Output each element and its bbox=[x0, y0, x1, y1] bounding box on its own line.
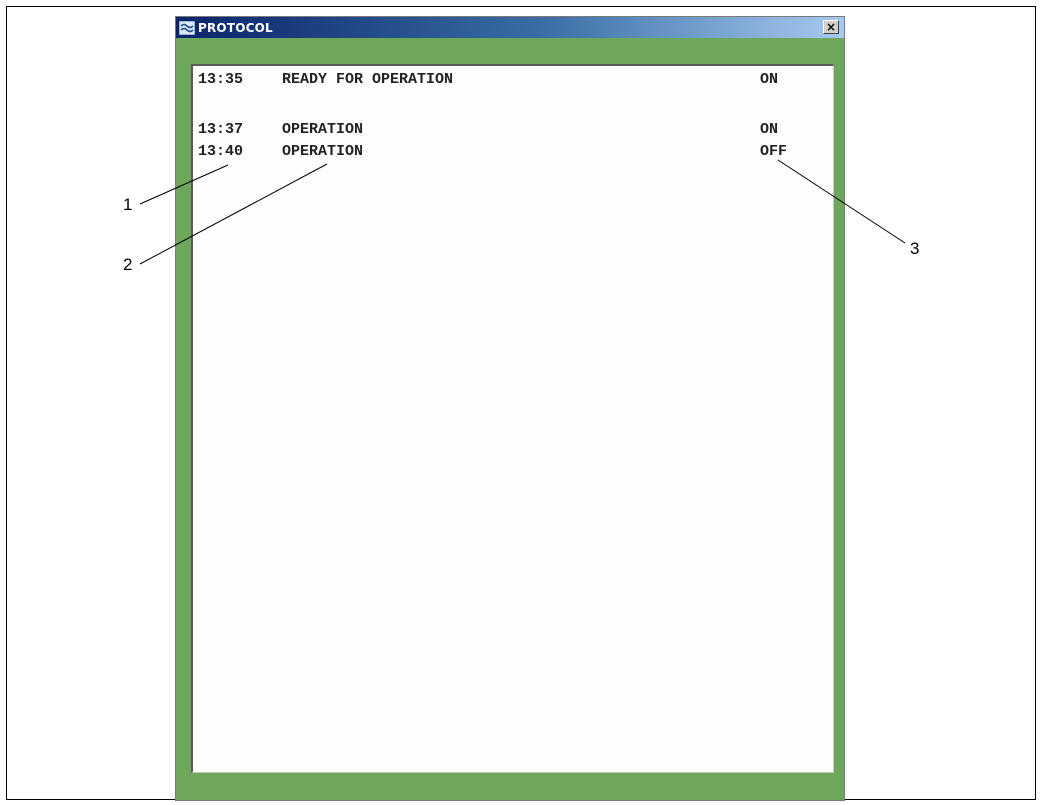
callout-label-2: 2 bbox=[123, 255, 133, 274]
log-state: OFF bbox=[760, 143, 788, 160]
callout-label-3: 3 bbox=[910, 239, 920, 258]
log-state: ON bbox=[760, 121, 779, 138]
protocol-window: PROTOCOL × 13:35 READY FOR OPERATION ON … bbox=[175, 16, 845, 801]
close-button[interactable]: × bbox=[823, 20, 839, 34]
window-title: PROTOCOL bbox=[198, 20, 273, 35]
log-time: 13:37 bbox=[198, 121, 244, 138]
app-wave-icon bbox=[179, 20, 195, 35]
log-row: 13:40 OPERATION OFF bbox=[198, 143, 808, 163]
log-state: ON bbox=[760, 71, 779, 88]
window-titlebar[interactable]: PROTOCOL × bbox=[176, 17, 844, 38]
log-event: OPERATION bbox=[282, 143, 364, 160]
log-row: 13:35 READY FOR OPERATION ON bbox=[198, 71, 808, 91]
log-event: READY FOR OPERATION bbox=[282, 71, 454, 88]
callout-label-1: 1 bbox=[123, 195, 133, 214]
log-time: 13:35 bbox=[198, 71, 244, 88]
log-event: OPERATION bbox=[282, 121, 364, 138]
protocol-log-panel: 13:35 READY FOR OPERATION ON 13:37 OPERA… bbox=[191, 64, 834, 773]
log-time: 13:40 bbox=[198, 143, 244, 160]
log-row: 13:37 OPERATION ON bbox=[198, 121, 808, 141]
